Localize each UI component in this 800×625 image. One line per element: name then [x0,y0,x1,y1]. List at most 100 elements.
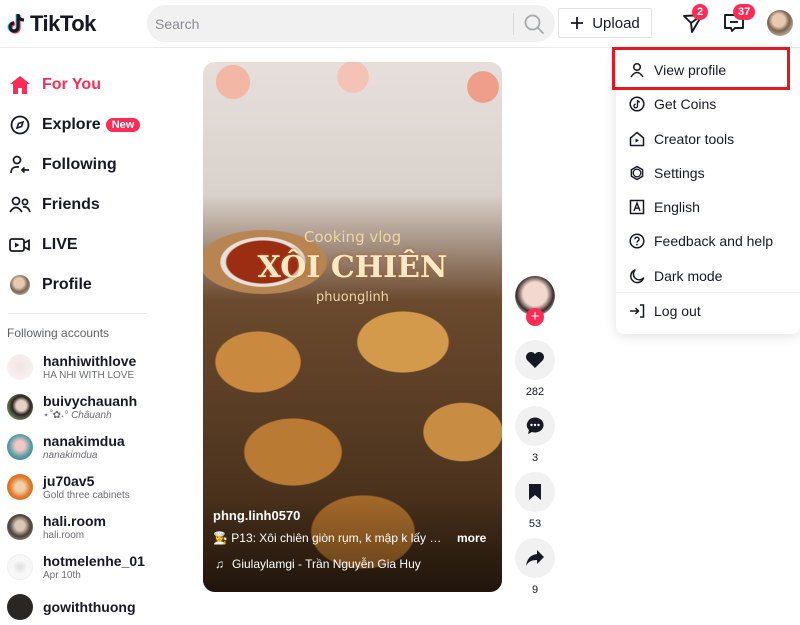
account-name: hanhiwithlove [43,352,137,369]
plus-icon [571,17,584,29]
save-button[interactable] [515,472,555,512]
upload-button[interactable]: Upload [558,8,652,38]
account-name: ju70av5 [43,472,95,489]
menu-get-coins[interactable]: Get Coins [629,89,716,119]
account-subtitle: HA NHI WITH LOVE [43,369,135,381]
bookmark-icon [529,484,541,500]
nav-label: Explore [42,116,101,133]
follow-button[interactable]: + [526,308,544,326]
video-overlay-subtitle: Cooking vlog [303,228,402,246]
menu-label: Get Coins [654,96,717,112]
account-avatar [7,394,33,420]
nav-label: LIVE [42,236,78,253]
menu-feedback-help[interactable]: Feedback and help [629,226,773,256]
account-avatar [7,554,33,580]
search-input[interactable] [155,15,505,32]
video-author[interactable]: phng.linh0570 [213,508,300,523]
search-icon[interactable] [523,13,545,35]
profile-avatar[interactable] [767,10,793,36]
music-note-icon: ♫ [215,557,224,571]
avatar [9,274,31,296]
nav-friends[interactable]: Friends [9,190,100,220]
new-badge: New [105,118,141,132]
more-button[interactable]: more [457,531,486,545]
menu-label: Log out [654,303,701,319]
following-accounts-title: Following accounts [7,326,110,340]
menu-creator-tools[interactable]: Creator tools [629,124,734,154]
messages-badge: 37 [733,4,756,20]
menu-label: Creator tools [654,131,735,147]
nav-for-you[interactable]: For You [9,70,101,100]
share-button[interactable] [515,538,555,578]
search-bar [147,5,555,42]
account-avatar [7,434,33,460]
moon-icon [629,268,645,284]
top-bar: TikTok Upload 2 37 [0,0,800,48]
account-item[interactable]: hali.room hali.room [7,509,106,545]
account-subtitle: Apr 10th [43,569,81,581]
menu-divider [616,292,800,293]
menu-language[interactable]: English [629,192,700,222]
menu-log-out[interactable]: Log out [629,296,701,326]
video-description: 👩‍🍳 P13: Xôi chiên giòn rụm, k mập k lấy… [213,531,498,545]
account-name: hali.room [43,512,107,529]
nav-label: For You [42,76,101,93]
account-item[interactable]: hanhiwithlove HA NHI WITH LOVE [7,349,136,385]
music-title: Giulaylamgi - Trần Nguyễn Gia Huy [232,557,421,571]
account-item[interactable]: buivychauanh ⋆˚✿˖° Châuanh [7,389,137,425]
video-overlay-title: XÔI CHIÊN [257,250,448,285]
comment-count: 3 [531,452,539,464]
search-divider [513,13,514,35]
account-item[interactable]: nanakimdua nanakimdua [7,429,125,465]
account-item[interactable]: gowiththuong [7,589,136,625]
upload-label: Upload [592,14,640,32]
tiktok-note-icon [7,14,25,34]
profile-dropdown-menu: View profile Get Coins Creator tools Set… [616,49,800,334]
like-button[interactable] [515,340,555,380]
coin-icon [629,96,645,112]
nav-following[interactable]: Following [9,150,117,180]
account-avatar [7,594,33,620]
logo-text: TikTok [30,11,96,36]
following-icon [9,154,31,176]
nav-label: Friends [42,196,100,213]
share-icon [526,550,544,566]
comment-button[interactable] [515,406,555,446]
nav-profile[interactable]: Profile [9,270,92,300]
video-music[interactable]: ♫ Giulaylamgi - Trần Nguyễn Gia Huy [215,557,421,571]
home-icon [9,74,31,96]
language-icon [629,199,645,215]
sidebar-divider [8,313,146,314]
account-item[interactable]: hotmelenhe_01 Apr 10th [7,549,145,585]
nav-live[interactable]: LIVE [9,230,78,260]
share-count: 9 [531,584,539,596]
video-player[interactable]: Cooking vlog XÔI CHIÊN phuonglinh phng.l… [203,62,502,592]
compass-icon [9,114,31,136]
save-count: 53 [528,518,542,530]
view-profile-highlight-box [612,47,790,90]
account-item[interactable]: ju70av5 Gold three cabinets [7,469,130,505]
help-icon [629,233,645,249]
menu-dark-mode[interactable]: Dark mode [629,261,722,291]
comment-icon [526,417,544,434]
like-count: 282 [525,386,545,398]
account-name: buivychauanh [43,392,138,409]
logout-icon [629,303,645,319]
inbox-badge: 2 [692,4,709,20]
account-name: gowiththuong [43,599,136,615]
menu-label: Feedback and help [654,233,774,249]
menu-settings[interactable]: Settings [629,158,705,188]
menu-label: Settings [654,165,705,181]
nav-label: Profile [42,276,92,293]
nav-explore[interactable]: Explore New [9,110,141,140]
nav-label: Following [42,156,117,173]
description-text: 👩‍🍳 P13: Xôi chiên giòn rụm, k mập k lấy… [213,531,443,545]
account-avatar [7,514,33,540]
account-subtitle: nanakimdua [43,449,98,461]
account-subtitle: Gold three cabinets [43,489,130,501]
creator-tools-icon [629,131,645,147]
friends-icon [9,194,31,216]
tiktok-logo[interactable]: TikTok [7,11,96,37]
video-overlay-author: phuonglinh [316,290,389,305]
account-avatar [7,354,33,380]
